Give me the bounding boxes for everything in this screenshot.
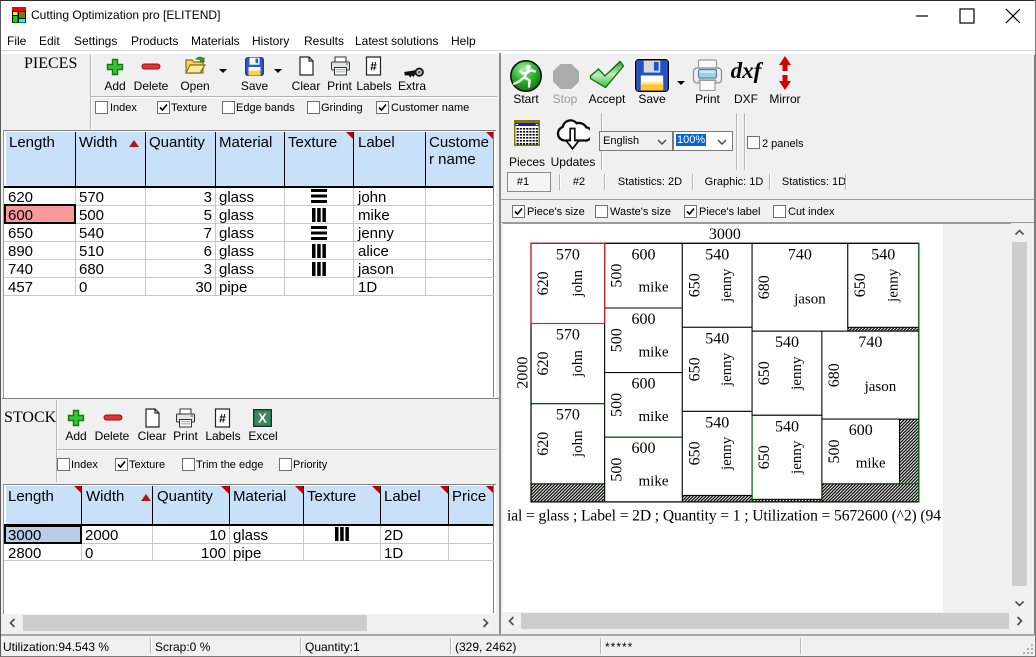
svg-text:jason: jason <box>864 379 897 395</box>
svg-text:540: 540 <box>871 246 895 263</box>
svg-text:jenny: jenny <box>789 440 805 475</box>
svg-text:650: 650 <box>686 273 703 297</box>
svg-text:600: 600 <box>632 246 656 263</box>
svg-text:500: 500 <box>609 458 626 482</box>
svg-text:jenny: jenny <box>885 268 901 303</box>
svg-text:680: 680 <box>756 275 773 299</box>
svg-text:500: 500 <box>609 393 626 417</box>
svg-text:john: john <box>570 270 586 298</box>
svg-text:740: 740 <box>858 334 882 351</box>
svg-text:3000: 3000 <box>709 226 741 243</box>
svg-text:#: # <box>370 60 377 74</box>
svg-text:#: # <box>219 412 226 426</box>
svg-text:jenny: jenny <box>789 356 805 391</box>
svg-text:540: 540 <box>775 418 799 435</box>
svg-text:2000: 2000 <box>515 357 532 389</box>
svg-text:jenny: jenny <box>719 352 735 387</box>
svg-text:680: 680 <box>826 363 843 387</box>
svg-text:600: 600 <box>632 440 656 457</box>
svg-text:570: 570 <box>556 407 580 424</box>
svg-text:john: john <box>570 350 586 378</box>
svg-text:600: 600 <box>632 311 656 328</box>
svg-text:650: 650 <box>756 445 773 469</box>
svg-text:500: 500 <box>609 264 626 288</box>
svg-text:620: 620 <box>535 352 552 376</box>
svg-text:600: 600 <box>632 376 656 393</box>
svg-text:540: 540 <box>705 414 729 431</box>
svg-text:jenny: jenny <box>719 436 735 471</box>
svg-text:ial = glass ; Label = 2D ; Qua: ial = glass ; Label = 2D ; Quantity = 1 … <box>507 508 941 525</box>
svg-text:jason: jason <box>793 291 826 307</box>
svg-text:500: 500 <box>609 328 626 352</box>
svg-text:540: 540 <box>705 246 729 263</box>
svg-text:mike: mike <box>639 409 669 425</box>
svg-text:620: 620 <box>535 271 552 295</box>
svg-text:X: X <box>258 411 267 426</box>
svg-text:650: 650 <box>852 273 869 297</box>
svg-text:740: 740 <box>788 246 812 263</box>
svg-text:650: 650 <box>756 361 773 385</box>
svg-text:jenny: jenny <box>719 268 735 303</box>
svg-text:540: 540 <box>705 330 729 347</box>
svg-text:650: 650 <box>686 441 703 465</box>
svg-text:570: 570 <box>556 246 580 263</box>
svg-text:mike: mike <box>639 280 669 296</box>
svg-text:mike: mike <box>639 344 669 360</box>
svg-text:mike: mike <box>639 474 669 490</box>
svg-text:john: john <box>570 430 586 458</box>
svg-text:mike: mike <box>856 456 886 472</box>
svg-text:570: 570 <box>556 327 580 344</box>
svg-text:650: 650 <box>686 357 703 381</box>
svg-text:600: 600 <box>849 422 873 439</box>
svg-text:500: 500 <box>826 440 843 464</box>
svg-text:540: 540 <box>775 334 799 351</box>
svg-text:620: 620 <box>535 432 552 456</box>
